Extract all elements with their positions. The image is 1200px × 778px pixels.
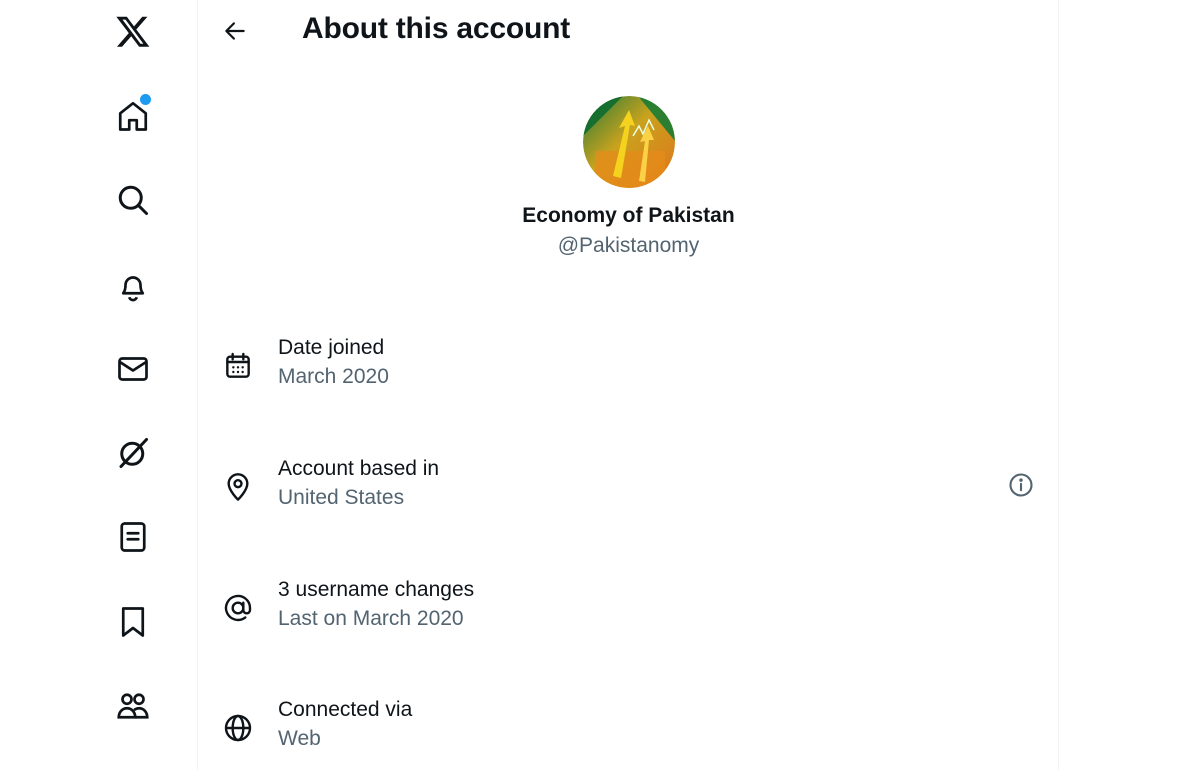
- nav-grok[interactable]: [106, 426, 160, 480]
- nav-communities[interactable]: [106, 679, 160, 733]
- x-logo-button[interactable]: [106, 4, 160, 58]
- info-button[interactable]: [1004, 468, 1038, 502]
- display-name: Economy of Pakistan: [522, 204, 735, 227]
- username-handle: @Pakistanomy: [557, 234, 700, 257]
- detail-label: Account based in: [278, 457, 440, 480]
- nav-lists[interactable]: [106, 510, 160, 564]
- bell-icon: [121, 276, 145, 302]
- detail-value: March 2020: [278, 365, 389, 388]
- location-pin-icon-wrap: [220, 469, 256, 505]
- calendar-icon-wrap: [220, 348, 256, 384]
- globe-icon-wrap: [220, 710, 256, 746]
- x-logo-icon: [116, 16, 150, 47]
- detail-label: Connected via: [278, 698, 413, 721]
- globe-icon: [224, 714, 252, 742]
- info-icon: [1009, 473, 1033, 497]
- arrow-left-icon: [225, 22, 245, 40]
- at-sign-icon-wrap: [220, 590, 256, 626]
- nav-bookmarks[interactable]: [106, 595, 160, 649]
- detail-value: United States: [278, 486, 405, 509]
- page-header: About this account: [198, 0, 1058, 62]
- grok-icon: [119, 438, 148, 468]
- page-title: About this account: [302, 12, 571, 45]
- nav-search[interactable]: [106, 173, 160, 227]
- notification-dot: [139, 93, 152, 106]
- mail-icon: [118, 357, 148, 381]
- location-pin-icon: [227, 473, 249, 501]
- detail-row-connected-via: Connected via Web: [198, 698, 1059, 778]
- main-column: About this account Economy of Pakistan @…: [198, 0, 1059, 770]
- detail-label: Date joined: [278, 336, 385, 359]
- list-icon: [120, 522, 146, 552]
- search-icon: [118, 185, 148, 215]
- nav-notifications[interactable]: [106, 258, 160, 312]
- back-button[interactable]: [212, 8, 258, 54]
- profile-summary: Economy of Pakistan @Pakistanomy: [198, 96, 1059, 258]
- nav-home[interactable]: [106, 89, 160, 143]
- nav-messages[interactable]: [106, 342, 160, 396]
- detail-value: Last on March 2020: [278, 607, 464, 630]
- bookmark-icon: [121, 607, 145, 637]
- left-navigation: [0, 0, 198, 770]
- detail-row-account-based-in: Account based in United States: [198, 457, 1059, 537]
- avatar[interactable]: [582, 96, 675, 188]
- detail-label: 3 username changes: [278, 578, 475, 601]
- detail-row-username-changes: 3 username changes Last on March 2020: [198, 578, 1059, 658]
- detail-value: Web: [278, 727, 321, 750]
- detail-row-date-joined: Date joined March 2020: [198, 336, 1059, 416]
- at-sign-icon: [224, 594, 252, 622]
- communities-icon: [117, 693, 149, 719]
- calendar-icon: [226, 352, 250, 378]
